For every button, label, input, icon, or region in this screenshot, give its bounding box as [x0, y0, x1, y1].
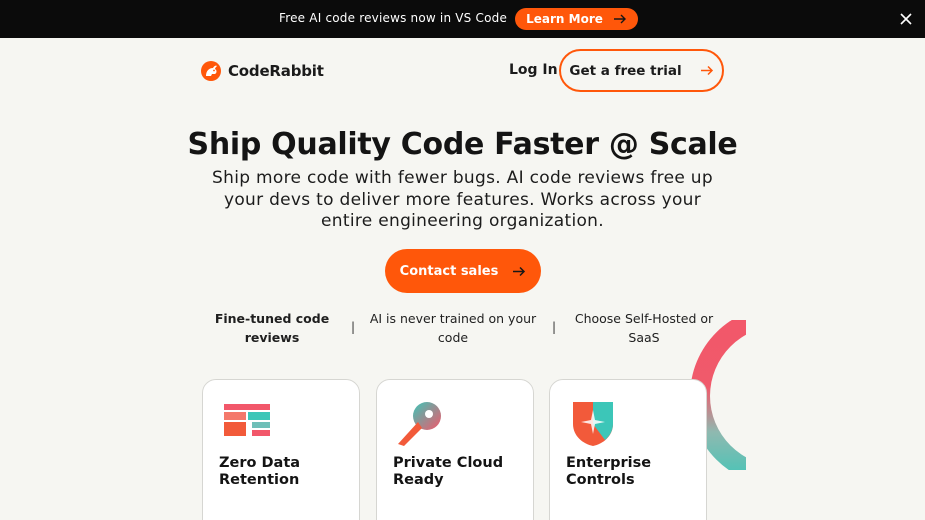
card-title: Zero Data Retention [219, 455, 301, 488]
hero-title: Ship Quality Code Faster @ Scale [187, 127, 738, 162]
card-enterprise-controls[interactable]: Enterprise Controls [549, 379, 707, 520]
rabbit-logo-icon [201, 61, 221, 81]
login-link[interactable]: Log In [509, 62, 558, 78]
contact-sales-button[interactable]: Contact sales [385, 249, 541, 293]
card-title: Enterprise Controls [566, 455, 652, 488]
feature-separator: | [351, 320, 356, 334]
feature-separator: | [552, 320, 557, 334]
zero-data-icon [224, 404, 270, 436]
card-zero-data-retention[interactable]: Zero Data Retention [202, 379, 360, 520]
shield-icon [573, 402, 613, 446]
feature-never-trained: AI is never trained on your code [369, 311, 537, 345]
arrow-right-icon [700, 65, 713, 76]
hero-subtitle: Ship more code with fewer bugs. AI code … [212, 168, 713, 231]
feature-fine-tuned: Fine-tuned code reviews [214, 311, 330, 345]
learn-more-label: Learn More [526, 12, 603, 26]
card-private-cloud[interactable]: Private Cloud Ready [376, 379, 534, 520]
card-title: Private Cloud Ready [393, 455, 504, 488]
logo[interactable]: CodeRabbit [201, 61, 324, 81]
free-trial-button[interactable]: Get a free trial [559, 49, 724, 92]
arrow-right-icon [613, 14, 626, 24]
arrow-right-icon [513, 266, 526, 276]
banner-text: Free AI code reviews now in VS Code [279, 11, 508, 25]
announcement-banner: Free AI code reviews now in VS Code Lear… [0, 0, 925, 38]
learn-more-button[interactable]: Learn More [515, 8, 638, 30]
free-trial-label: Get a free trial [569, 62, 682, 79]
logo-text: CodeRabbit [228, 62, 324, 80]
cloud-key-icon [398, 402, 441, 446]
contact-sales-label: Contact sales [399, 263, 499, 279]
close-icon[interactable] [898, 11, 914, 27]
